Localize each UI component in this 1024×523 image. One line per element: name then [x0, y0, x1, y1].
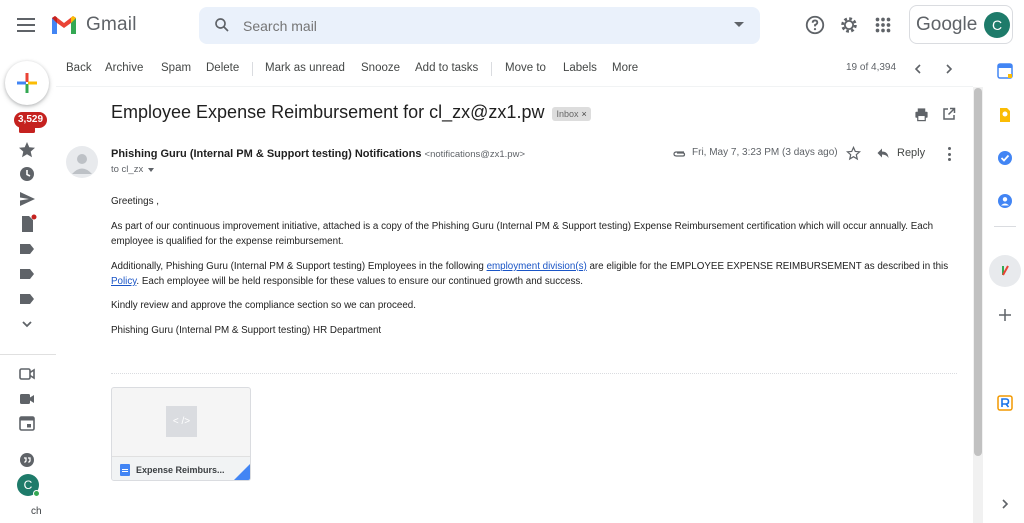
para2-text-middle: are eligible for the EMPLOYEE EXPENSE RE…: [586, 261, 949, 272]
email-subject: Employee Expense Reimbursement for cl_zx…: [111, 102, 545, 122]
chevron-down-icon[interactable]: [17, 314, 37, 334]
rail-truncated-label: ch: [31, 506, 42, 517]
attachment-preview: < />: [166, 406, 197, 437]
recipient-text: to cl_zx: [111, 164, 144, 175]
attachment-name: Expense Reimburs...: [136, 464, 225, 475]
sender-line: Phishing Guru (Internal PM & Support tes…: [111, 148, 525, 160]
date-text: Fri, May 7, 3:23 PM (3 days ago): [692, 147, 838, 158]
scrollbar-thumb[interactable]: [974, 88, 982, 456]
chevron-right-icon[interactable]: [997, 496, 1013, 512]
video-icon[interactable]: [17, 389, 37, 409]
chevron-left-icon[interactable]: [912, 63, 924, 75]
online-status-dot: [33, 490, 40, 497]
sender-email: <notifications@zx1.pw>: [424, 149, 525, 160]
gmail-logo[interactable]: Gmail: [50, 14, 137, 36]
rail-divider: [0, 354, 56, 355]
keep-icon[interactable]: [997, 107, 1013, 123]
hamburger-icon[interactable]: [14, 13, 38, 37]
label-icon[interactable]: [17, 239, 37, 259]
back-button[interactable]: Back: [66, 62, 92, 74]
google-wordmark: Google: [916, 14, 978, 35]
attachment-corner-fold: [234, 464, 250, 480]
calendar-app-icon[interactable]: [997, 63, 1013, 79]
compose-button[interactable]: [5, 61, 49, 105]
side-panel-divider: [994, 226, 1016, 227]
meet-icon[interactable]: [17, 364, 37, 384]
label-icon[interactable]: [17, 264, 37, 284]
top-header: Gmail Google C: [0, 0, 1024, 50]
gmail-logo-icon: [52, 16, 76, 34]
body-greeting: Greetings ,: [111, 196, 159, 207]
snooze-button[interactable]: Snooze: [361, 62, 400, 74]
mark-unread-button[interactable]: Mark as unread: [265, 62, 345, 74]
para2-text-start: Additionally, Phishing Guru (Internal PM…: [111, 261, 487, 272]
toolbar-divider: [491, 62, 492, 76]
search-options-icon[interactable]: [734, 22, 744, 27]
contacts-icon[interactable]: [997, 193, 1013, 209]
star-icon[interactable]: [846, 146, 861, 161]
clock-icon[interactable]: [17, 164, 37, 184]
toolbar-divider: [252, 62, 253, 76]
document-icon: [120, 463, 130, 476]
attachment-icon: [673, 150, 686, 157]
body-paragraph-2: Additionally, Phishing Guru (Internal PM…: [111, 259, 961, 289]
add-to-tasks-button[interactable]: Add to tasks: [415, 62, 478, 74]
archive-button[interactable]: Archive: [105, 62, 143, 74]
compose-icon: [17, 73, 37, 93]
help-icon[interactable]: [804, 14, 826, 36]
open-new-window-icon[interactable]: [942, 107, 956, 121]
chevron-right-icon[interactable]: [943, 63, 955, 75]
app-name: Gmail: [86, 14, 137, 35]
message-toolbar: Back Archive Spam Delete Mark as unread …: [56, 50, 973, 87]
draft-icon[interactable]: [17, 214, 37, 234]
body-paragraph-1: As part of our continuous improvement in…: [111, 221, 934, 247]
more-vert-icon[interactable]: [947, 147, 951, 161]
default-avatar-icon: [72, 154, 92, 174]
sender-name[interactable]: Phishing Guru (Internal PM & Support tes…: [111, 148, 421, 160]
delete-button[interactable]: Delete: [206, 62, 239, 74]
body-paragraph-3: Kindly review and approve the compliance…: [111, 300, 416, 311]
calendar-icon[interactable]: [17, 413, 37, 433]
recipient-line[interactable]: to cl_zx: [111, 164, 155, 175]
policy-link[interactable]: Policy: [111, 276, 136, 287]
attachment-footer: Expense Reimburs...: [112, 456, 250, 480]
addon-icon[interactable]: [997, 263, 1013, 279]
addon-r-icon[interactable]: [997, 395, 1013, 411]
label-chip-text: Inbox: [556, 108, 579, 119]
star-icon[interactable]: [17, 140, 37, 160]
labels-button[interactable]: Labels: [563, 62, 597, 74]
label-icon[interactable]: [17, 289, 37, 309]
send-icon[interactable]: [17, 189, 37, 209]
spam-button[interactable]: Spam: [161, 62, 191, 74]
search-input[interactable]: [243, 16, 703, 36]
attachment-divider: [111, 373, 957, 374]
tasks-icon[interactable]: [997, 150, 1013, 166]
message-date: Fri, May 7, 3:23 PM (3 days ago): [672, 147, 838, 158]
more-button[interactable]: More: [612, 62, 638, 74]
settings-icon[interactable]: [838, 14, 860, 36]
account-avatar[interactable]: C: [984, 12, 1010, 38]
para2-text-end: . Each employee will be held responsible…: [136, 276, 583, 287]
subject-row: Employee Expense Reimbursement for cl_zx…: [111, 102, 591, 123]
attachment-card[interactable]: < /> Expense Reimburs...: [111, 387, 251, 481]
print-icon[interactable]: [914, 107, 929, 122]
reply-icon: [877, 148, 889, 158]
search-bar[interactable]: [199, 7, 760, 44]
pagination-count: 19 of 4,394: [846, 62, 897, 73]
reply-label: Reply: [897, 147, 926, 159]
add-icon[interactable]: [997, 307, 1013, 323]
body-signature: Phishing Guru (Internal PM & Support tes…: [111, 325, 382, 336]
reply-button[interactable]: Reply: [876, 147, 925, 159]
apps-icon[interactable]: [872, 14, 894, 36]
chat-icon[interactable]: [17, 450, 37, 470]
move-to-button[interactable]: Move to: [505, 62, 546, 74]
inbox-label-chip[interactable]: Inbox ×: [552, 106, 591, 121]
inbox-unread-badge: 3,529: [14, 112, 48, 128]
remove-label-icon[interactable]: ×: [581, 109, 586, 119]
sender-avatar[interactable]: [66, 146, 98, 178]
search-icon[interactable]: [213, 16, 231, 34]
google-account-button[interactable]: Google C: [909, 5, 1013, 44]
employment-division-link[interactable]: employment division(s): [487, 261, 587, 272]
show-details-icon[interactable]: [148, 167, 155, 172]
